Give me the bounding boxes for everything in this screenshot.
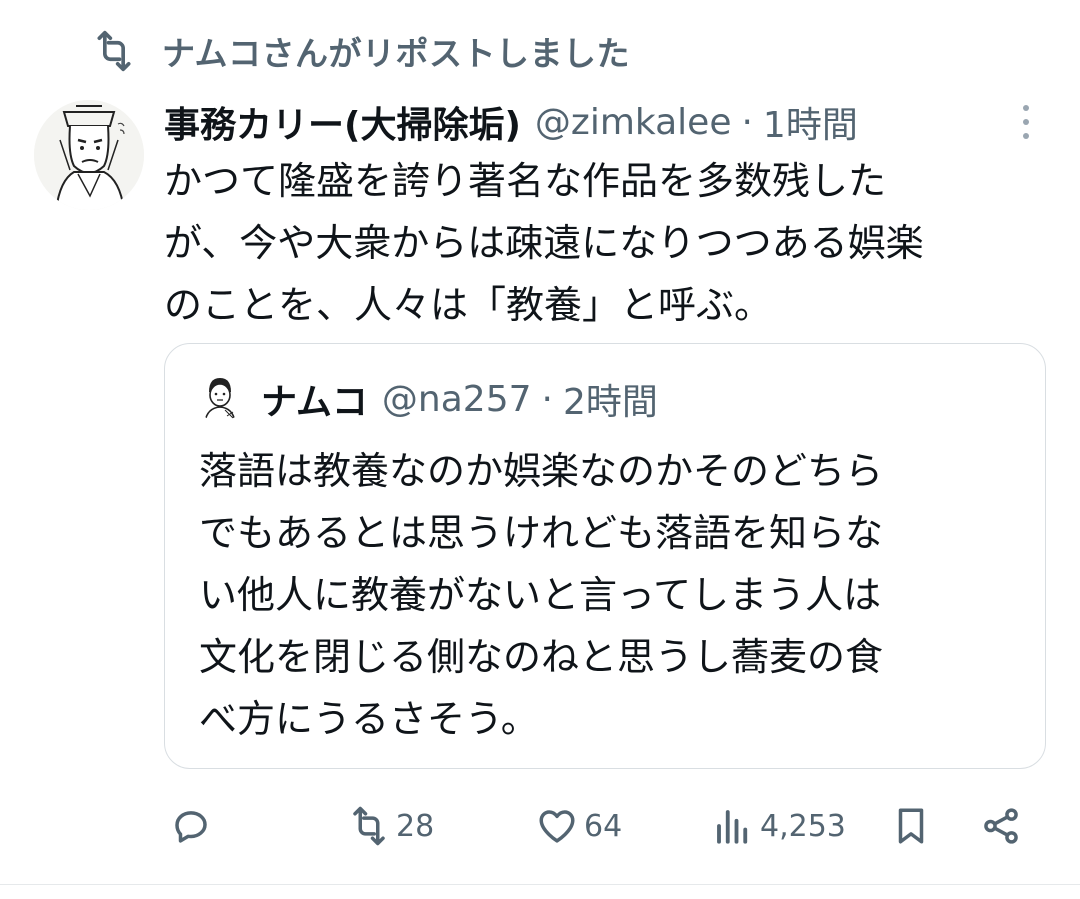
quoted-text-line: 文化を閉じる側なのねと思うし蕎麦の食 (199, 635, 884, 679)
repost-indicator-text: ナムコさんがリポストしました (162, 34, 631, 73)
author-avatar-illustration (34, 100, 144, 210)
tweet-text-line: が、今や大衆からは疎遠になりつつある娯楽 (164, 221, 924, 265)
reply-button[interactable] (170, 796, 212, 856)
repost-icon (97, 30, 131, 72)
quoted-text-line: い他人に教養がないと言ってしまう人は (199, 573, 882, 617)
quoted-tweet-timestamp[interactable]: 2時間 (563, 373, 658, 425)
quoted-avatar-illustration (195, 372, 245, 422)
repost-icon (353, 806, 385, 846)
quoted-author-handle[interactable]: @na257 (382, 379, 532, 420)
share-icon (984, 808, 1018, 844)
header-separator: · (741, 101, 753, 143)
repost-count: 28 (396, 808, 435, 844)
more-options-icon[interactable] (1008, 100, 1044, 144)
share-button[interactable] (980, 796, 1022, 856)
tweet-text: かつて隆盛を誇り著名な作品を多数残した が、今や大衆からは疎遠になりつつある娯楽… (164, 150, 1054, 336)
repost-button[interactable]: 28 (348, 796, 434, 856)
quoted-text-line: でもあるとは思うけれども落語を知らな (199, 511, 884, 555)
views-button[interactable]: 4,253 (712, 796, 846, 856)
author-handle[interactable]: @zimkalee (535, 102, 732, 143)
quoted-tweet-text: 落語は教養なのか娯楽なのかそのどちら でもあるとは思うけれども落語を知らな い他… (199, 440, 1019, 750)
quoted-text-line: 落語は教養なのか娯楽なのかそのどちら (199, 449, 884, 493)
heart-icon (539, 810, 575, 843)
tweet-timestamp[interactable]: 1時間 (763, 96, 858, 148)
tweet-text-line: かつて隆盛を誇り著名な作品を多数残した (164, 159, 887, 203)
quoted-header-separator: · (541, 378, 553, 420)
quoted-text-line: べ方にうるさそう。 (199, 697, 539, 741)
author-avatar[interactable] (34, 100, 144, 210)
views-icon (717, 810, 748, 844)
tweet-divider (0, 884, 1080, 885)
repost-indicator[interactable]: ナムコさんがリポストしました (92, 26, 630, 76)
quoted-author-name[interactable]: ナムコ (261, 373, 368, 425)
views-count: 4,253 (760, 808, 846, 844)
tweet-header: 事務カリー(大掃除垢) @zimkalee · 1時間 (164, 94, 994, 150)
reply-icon (175, 811, 207, 843)
quoted-author-avatar[interactable] (195, 372, 245, 422)
bookmark-icon (898, 808, 924, 844)
quoted-tweet-header: ナムコ @na257 · 2時間 (261, 374, 658, 424)
bookmark-button[interactable] (890, 796, 932, 856)
tweet-text-line: のことを、人々は「教養」と呼ぶ。 (164, 283, 773, 327)
like-button[interactable]: 64 (536, 796, 622, 856)
quoted-tweet-card[interactable]: ナムコ @na257 · 2時間 落語は教養なのか娯楽なのかそのどちら でもある… (164, 343, 1046, 769)
action-bar: 28 64 4,253 (164, 796, 1044, 856)
like-count: 64 (584, 808, 623, 844)
author-name[interactable]: 事務カリー(大掃除垢) (164, 96, 521, 148)
